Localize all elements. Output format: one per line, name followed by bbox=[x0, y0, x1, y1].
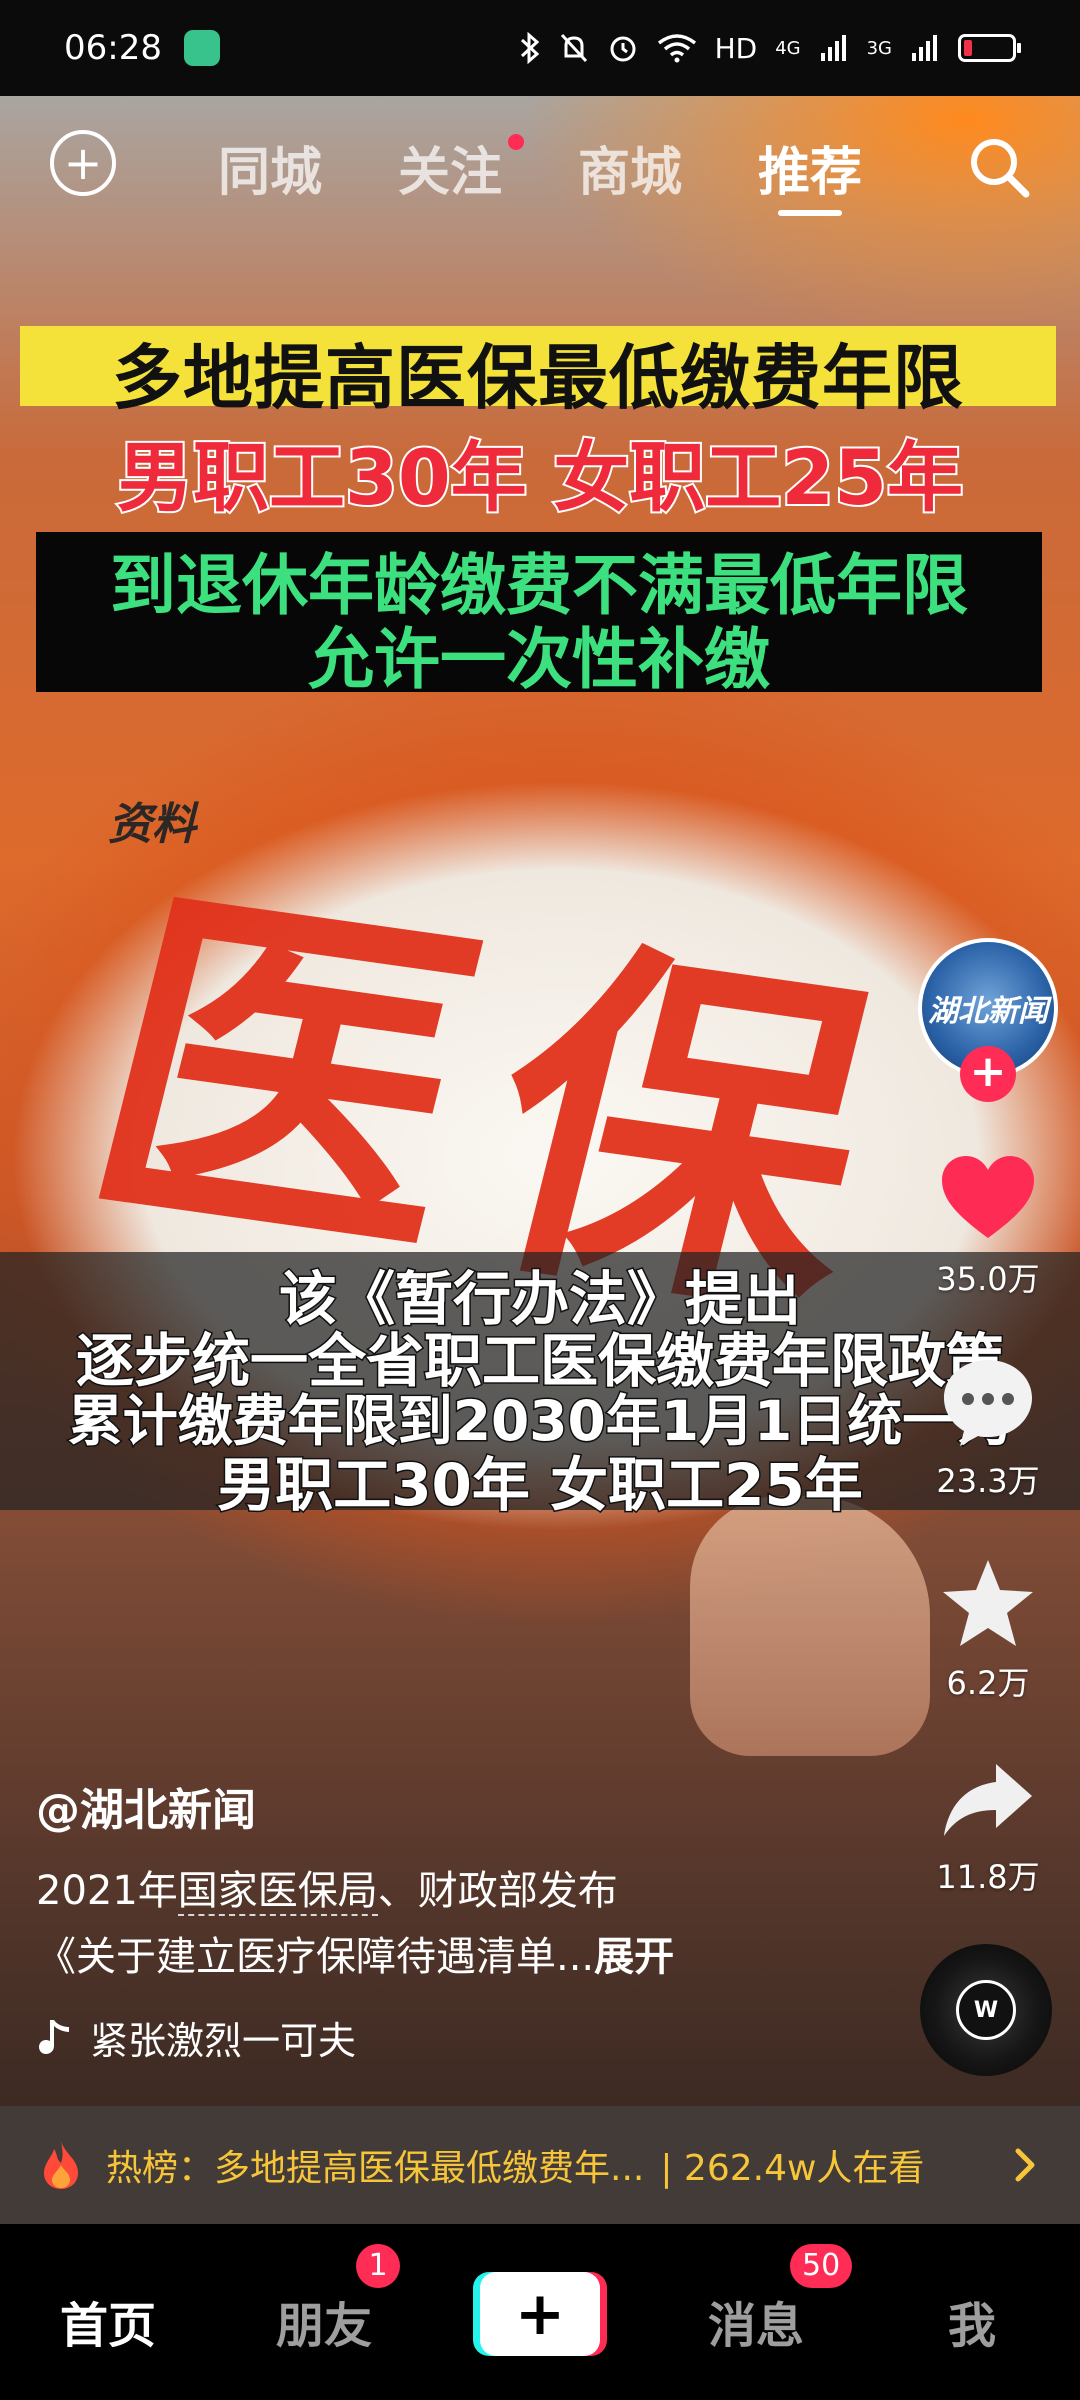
description-link[interactable]: 国家医保局 bbox=[177, 1868, 378, 1916]
expand-button[interactable]: 展开 bbox=[594, 1934, 674, 1980]
tab-me[interactable]: 我 bbox=[948, 2286, 996, 2356]
follow-button[interactable]: + bbox=[960, 1046, 1016, 1102]
music-note-icon bbox=[39, 2019, 69, 2054]
network-type-1: 4G bbox=[775, 37, 801, 59]
description-prefix: 2021年 bbox=[36, 1868, 178, 1914]
video-source-label: 资料 bbox=[108, 799, 196, 850]
wifi-icon bbox=[657, 34, 696, 63]
friends-badge: 1 bbox=[356, 2244, 400, 2288]
battery-icon bbox=[958, 34, 1021, 62]
flame-icon bbox=[44, 2141, 78, 2189]
headline-title: 多地提高医保最低缴费年限 bbox=[112, 337, 964, 419]
status-bar: 06:28 HD 4G 3G bbox=[0, 0, 1080, 96]
hot-list-viewers: | 262.4w人在看 bbox=[660, 2148, 925, 2189]
description-suffix: 、财政部发布 bbox=[377, 1868, 618, 1914]
hot-list-text: 热榜：多地提高医保最低缴费年... bbox=[106, 2148, 645, 2189]
network-type-2: 3G bbox=[866, 37, 892, 59]
music-row[interactable]: 紧张激烈一可夫 bbox=[36, 2010, 356, 2065]
description-line-1: 2021年国家医保局、财政部发布 bbox=[36, 1858, 916, 1916]
tab-mall[interactable]: 商城 bbox=[578, 130, 682, 205]
chevron-right-icon bbox=[1015, 2148, 1035, 2182]
bluetooth-icon bbox=[520, 31, 539, 65]
headline-red-line: 男职工30年 女职工25年 bbox=[115, 431, 965, 524]
status-time: 06:28 bbox=[64, 28, 162, 68]
music-disc-logo-icon: W bbox=[956, 1980, 1016, 2040]
author-name[interactable]: @湖北新闻 bbox=[36, 1774, 256, 1838]
comment-count: 23.3万 bbox=[936, 1462, 1040, 1500]
messages-badge: 50 bbox=[790, 2244, 853, 2288]
tab-messages[interactable]: 消息 bbox=[708, 2286, 804, 2356]
search-icon[interactable] bbox=[964, 132, 1034, 202]
music-disc[interactable]: W bbox=[920, 1944, 1052, 2076]
hot-list-banner[interactable]: 热榜：多地提高医保最低缴费年... | 262.4w人在看 bbox=[0, 2106, 1080, 2224]
tab-recommend[interactable]: 推荐 bbox=[758, 130, 862, 205]
active-tab-indicator bbox=[778, 210, 842, 216]
tab-following[interactable]: 关注 bbox=[398, 130, 502, 205]
plus-icon: + bbox=[514, 2279, 566, 2349]
app-notification-icon bbox=[183, 30, 220, 66]
signal-icon bbox=[820, 35, 846, 61]
alarm-icon bbox=[610, 36, 636, 62]
star-icon[interactable] bbox=[938, 1554, 1038, 1654]
status-icons: HD 4G 3G bbox=[519, 31, 1021, 65]
headline-green-line-2: 允许一次性补缴 bbox=[308, 621, 770, 698]
create-button[interactable]: + bbox=[480, 2272, 600, 2356]
video-hand bbox=[690, 1496, 930, 1756]
avatar-label: 湖北新闻 bbox=[928, 994, 1048, 1029]
tab-home[interactable]: 首页 bbox=[60, 2286, 156, 2356]
description-line-2: 《关于建立医疗保障待遇清单...展开 bbox=[36, 1924, 916, 1982]
tab-nearby[interactable]: 同城 bbox=[218, 130, 322, 205]
mute-bell-icon bbox=[560, 33, 587, 63]
tab-friends[interactable]: 朋友 bbox=[276, 2286, 372, 2356]
bottom-tab-bar: 首页 朋友 1 + 消息 50 我 bbox=[0, 2224, 1080, 2400]
signal-icon-2 bbox=[912, 35, 937, 61]
share-icon[interactable] bbox=[938, 1750, 1038, 1850]
description-line-2-text: 《关于建立医疗保障待遇清单... bbox=[36, 1934, 595, 1980]
top-nav: + 同城 关注 商城 推荐 bbox=[0, 96, 1080, 226]
share-count: 11.8万 bbox=[936, 1858, 1040, 1896]
heart-icon[interactable] bbox=[938, 1150, 1038, 1250]
like-count: 35.0万 bbox=[936, 1260, 1040, 1298]
favorite-count: 6.2万 bbox=[946, 1664, 1030, 1702]
add-circle-button[interactable]: + bbox=[50, 130, 116, 196]
following-notification-dot bbox=[508, 134, 524, 150]
comment-icon[interactable] bbox=[938, 1352, 1038, 1452]
music-title: 紧张激烈一可夫 bbox=[90, 2019, 357, 2063]
hd-indicator: HD bbox=[714, 31, 758, 65]
